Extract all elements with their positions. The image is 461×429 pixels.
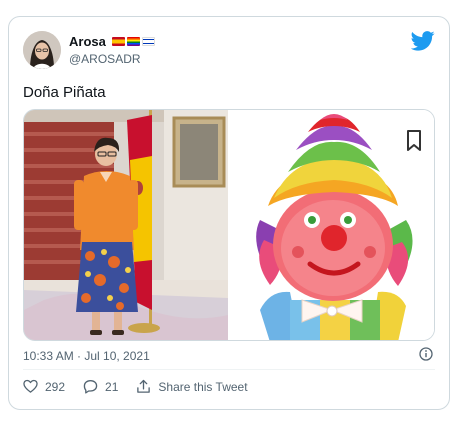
- like-button[interactable]: 292: [23, 379, 65, 394]
- author-handle[interactable]: @AROSADR: [69, 52, 141, 66]
- bookmark-icon[interactable]: [406, 130, 422, 152]
- share-icon: [137, 379, 151, 393]
- israel-flag-icon: [141, 37, 155, 46]
- reply-icon: [83, 380, 98, 394]
- heart-icon: [23, 379, 38, 393]
- photo-woman-with-flag[interactable]: [24, 110, 228, 340]
- tweet-media[interactable]: [23, 109, 435, 341]
- author-name-row[interactable]: Arosa: [69, 34, 155, 49]
- photo-clown-pinata[interactable]: [228, 110, 434, 340]
- spain-flag-icon: [111, 37, 125, 46]
- tweet-timestamp[interactable]: 10:33 AM · Jul 10, 2021: [23, 349, 150, 363]
- avatar[interactable]: [23, 31, 61, 69]
- twitter-bird-icon[interactable]: [411, 31, 435, 51]
- rainbow-flag-icon: [126, 37, 140, 46]
- reply-count: 21: [105, 379, 119, 394]
- reply-button[interactable]: 21: [83, 379, 118, 394]
- share-label: Share this Tweet: [158, 379, 248, 394]
- tweet-card[interactable]: Arosa @AROSADR Doña Piñata 10:33 AM · Ju…: [8, 16, 450, 410]
- tweet-actions: 292 21 Share this Tweet: [23, 379, 266, 394]
- divider: [23, 369, 435, 370]
- info-icon[interactable]: [419, 347, 433, 361]
- author-name[interactable]: Arosa: [69, 34, 106, 49]
- share-button[interactable]: Share this Tweet: [136, 379, 248, 394]
- tweet-text: Doña Piñata: [23, 84, 106, 101]
- like-count: 292: [45, 379, 66, 394]
